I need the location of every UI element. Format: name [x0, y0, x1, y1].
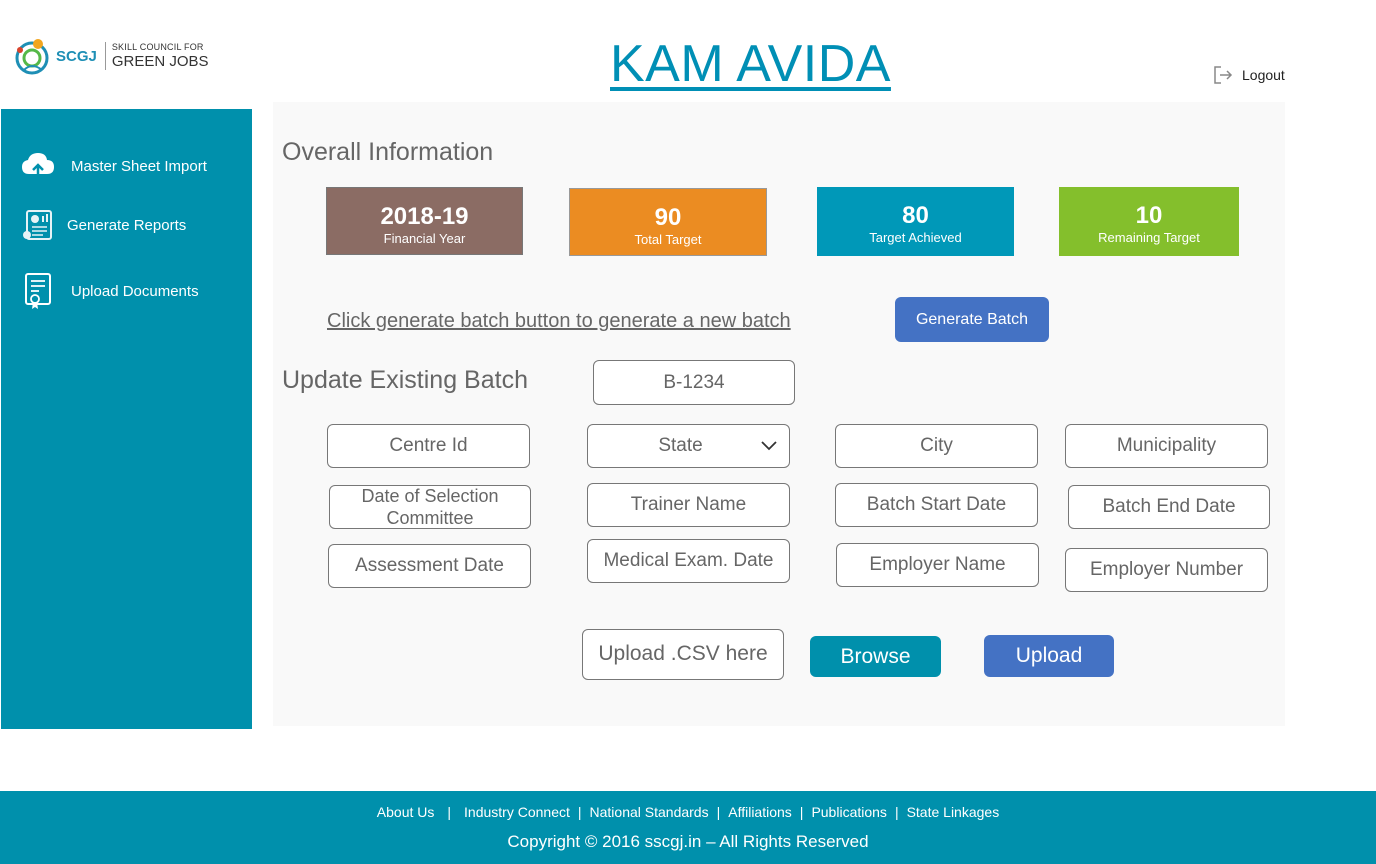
state-dropdown-value: State	[658, 435, 703, 457]
footer-separator: |	[447, 804, 452, 820]
logo-line2: GREEN JOBS	[111, 53, 209, 70]
employer-name-field[interactable]: Employer Name	[836, 543, 1039, 587]
logo-abbr: SCGJ	[56, 47, 97, 65]
stat-label: Financial Year	[383, 231, 466, 246]
logout-icon	[1214, 66, 1233, 84]
generate-batch-link[interactable]: Click generate batch button to generate …	[327, 310, 791, 333]
app-title: KAM AVIDA	[610, 35, 891, 93]
stat-target-achieved: 80 Target Achieved	[817, 187, 1014, 256]
stat-label: Target Achieved	[869, 230, 962, 245]
overall-information-heading: Overall Information	[282, 138, 494, 166]
chevron-down-icon	[761, 441, 777, 451]
stat-remaining-target: 10 Remaining Target	[1059, 187, 1239, 256]
logout-label: Logout	[1242, 67, 1285, 83]
browse-button[interactable]: Browse	[810, 636, 941, 677]
logo-text: SKILL COUNCIL FOR GREEN JOBS	[111, 42, 209, 70]
stat-label: Remaining Target	[1098, 230, 1200, 245]
batch-end-date-field[interactable]: Batch End Date	[1068, 485, 1270, 529]
stat-value: 90	[654, 204, 682, 231]
generate-batch-button[interactable]: Generate Batch	[895, 297, 1049, 342]
stat-label: Total Target	[634, 232, 702, 247]
stat-total-target: 90 Total Target	[569, 188, 767, 256]
footer-link-about-us[interactable]: About Us	[377, 804, 435, 820]
footer-link-industry-connect[interactable]: Industry Connect	[464, 804, 570, 820]
batch-id-field[interactable]: B-1234	[593, 360, 795, 405]
sidebar-item-label: Master Sheet Import	[71, 157, 207, 175]
copyright-text: Copyright © 2016 sscgj.in – All Rights R…	[507, 832, 869, 851]
trainer-name-field[interactable]: Trainer Name	[587, 483, 790, 527]
upload-button[interactable]: Upload	[984, 635, 1114, 677]
sidebar-item-upload-documents[interactable]: Upload Documents	[19, 272, 199, 310]
footer: About Us | Industry Connect | National S…	[0, 791, 1376, 864]
sidebar-item-label: Generate Reports	[67, 216, 187, 234]
footer-separator: |	[894, 804, 899, 820]
footer-link-publications[interactable]: Publications	[811, 804, 887, 820]
footer-separator: |	[799, 804, 804, 820]
main-panel: Overall Information 2018-19 Financial Ye…	[273, 102, 1285, 726]
stat-value: 10	[1135, 202, 1163, 229]
logout-button[interactable]: Logout	[1212, 64, 1285, 86]
stat-value: 80	[902, 202, 929, 229]
sidebar: Master Sheet Import Generate Reports Upl…	[1, 109, 252, 729]
municipality-field[interactable]: Municipality	[1065, 424, 1268, 468]
cloud-upload-icon	[19, 147, 57, 185]
footer-separator: |	[577, 804, 582, 820]
sidebar-item-generate-reports[interactable]: Generate Reports	[19, 206, 186, 244]
footer-link-national-standards[interactable]: National Standards	[590, 804, 709, 820]
footer-link-state-linkages[interactable]: State Linkages	[907, 804, 1000, 820]
logo-line1: SKILL COUNCIL FOR	[111, 42, 204, 52]
employer-number-field[interactable]: Employer Number	[1065, 548, 1268, 592]
assessment-date-field[interactable]: Assessment Date	[328, 544, 531, 588]
page: SCGJ SKILL COUNCIL FOR GREEN JOBS KAM AV…	[0, 0, 1376, 864]
update-existing-batch-heading: Update Existing Batch	[282, 366, 528, 394]
footer-link-affiliations[interactable]: Affiliations	[728, 804, 792, 820]
logo-divider	[104, 42, 106, 70]
state-dropdown[interactable]: State	[587, 424, 790, 468]
sidebar-item-label: Upload Documents	[71, 282, 199, 300]
stat-value: 2018-19	[380, 203, 469, 230]
footer-links: About Us | Industry Connect | National S…	[0, 804, 1376, 820]
batch-start-date-field[interactable]: Batch Start Date	[835, 483, 1038, 527]
scgj-logo-mark-icon	[15, 39, 49, 75]
medical-exam-date-field[interactable]: Medical Exam. Date	[587, 539, 790, 583]
report-icon	[19, 206, 57, 244]
upload-csv-placeholder: Upload .CSV here	[598, 642, 768, 666]
sidebar-item-master-sheet-import[interactable]: Master Sheet Import	[19, 147, 207, 185]
date-of-selection-committee-field[interactable]: Date of Selection Committee	[329, 485, 531, 529]
upload-csv-field[interactable]: Upload .CSV here	[582, 629, 784, 680]
scgj-logo: SCGJ SKILL COUNCIL FOR GREEN JOBS	[10, 34, 209, 78]
stat-financial-year: 2018-19 Financial Year	[326, 187, 523, 255]
footer-separator: |	[716, 804, 721, 820]
document-certificate-icon	[19, 272, 57, 310]
city-field[interactable]: City	[835, 424, 1038, 468]
centre-id-field[interactable]: Centre Id	[327, 424, 530, 468]
